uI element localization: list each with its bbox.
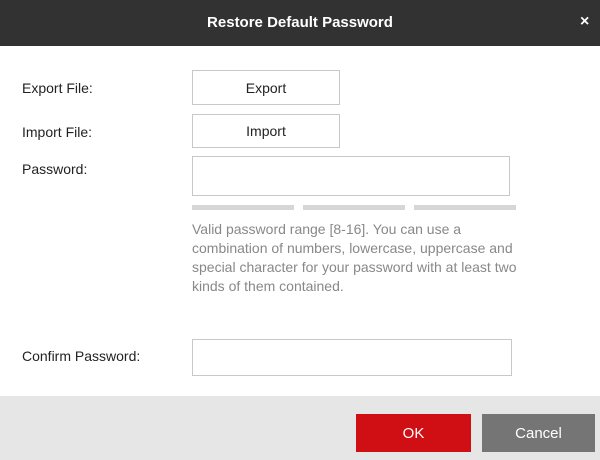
ok-button[interactable]: OK [356,414,471,452]
password-strength-bar-strong [414,205,516,210]
export-button[interactable]: Export [192,70,340,105]
password-field[interactable] [192,156,510,196]
password-strength-bar-weak [192,205,294,210]
close-icon[interactable]: × [580,0,600,46]
import-file-label: Import File: [22,124,93,140]
cancel-button[interactable]: Cancel [482,414,595,452]
dialog-title: Restore Default Password [207,14,393,31]
password-hint: Valid password range [8-16]. You can use… [192,221,517,294]
confirm-password-label: Confirm Password: [22,348,141,364]
password-strength-bar-medium [303,205,405,210]
password-label: Password: [22,161,88,177]
confirm-password-field[interactable] [192,339,512,376]
dialog-titlebar: Restore Default Password × [0,0,600,46]
export-file-label: Export File: [22,80,93,96]
import-button[interactable]: Import [192,114,340,148]
